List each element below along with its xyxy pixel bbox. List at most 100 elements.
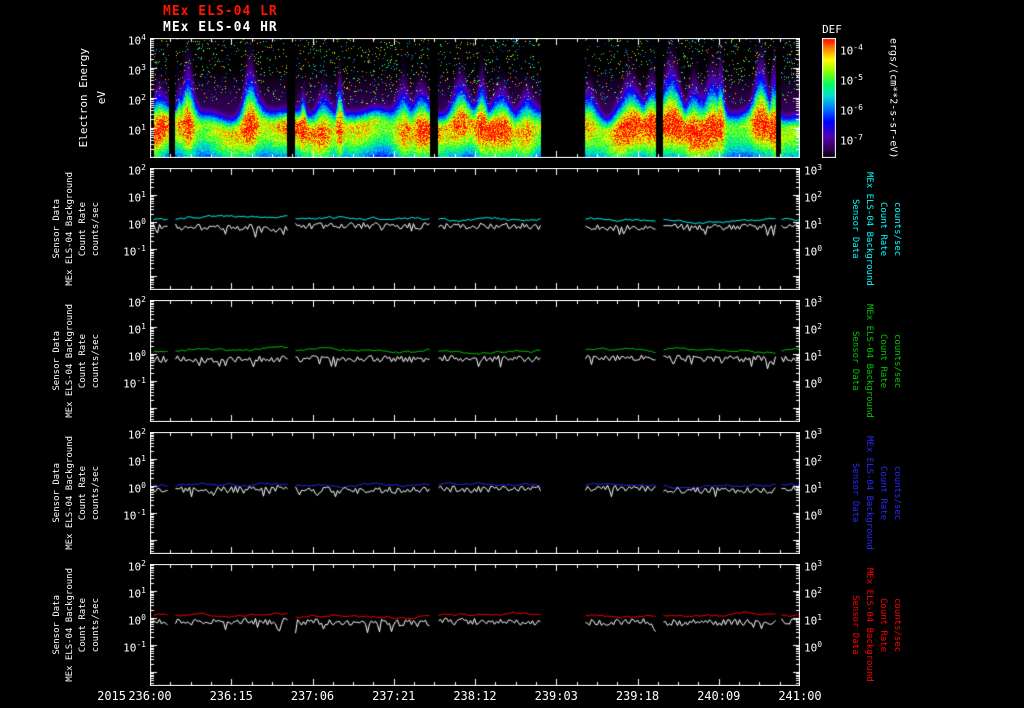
panel-1-y2tick-label: 102 — [804, 190, 823, 205]
panel-1-y2tick-label: 101 — [804, 217, 823, 232]
x-tick-label: 240:09 — [697, 689, 741, 703]
panel-1-ytick-label: 102 — [127, 163, 146, 178]
panel-2-right-label-line-4-text: counts/sec — [892, 333, 902, 389]
x-tick-label: 241:00 — [778, 689, 822, 703]
panel-3-left-label-line-2: MEx ELS-04 Background — [63, 430, 77, 556]
colorbar-canvas — [822, 38, 836, 158]
panel-4-right-label-line-1-text: Sensor Data — [850, 595, 860, 655]
panel-4-left-label-line-4: counts/sec — [89, 562, 103, 688]
panel-4-ytick-label: 101 — [127, 586, 146, 601]
panel-4-right-label-line-4: counts/sec — [890, 562, 904, 688]
panel-4-right-label-line-2-text: MEx ELS-04 Background — [864, 568, 874, 682]
panel-1-right-label-line-4: counts/sec — [890, 166, 904, 292]
panel-1-left-label-line-4-text: counts/sec — [91, 201, 101, 257]
panel-4-ytick-label: 102 — [127, 559, 146, 574]
panel-3-left-label-line-4: counts/sec — [89, 430, 103, 556]
panel-2-right-label-line-2: MEx ELS-04 Background — [862, 298, 876, 424]
panel-4-right-label-line-1: Sensor Data — [848, 562, 862, 688]
colorbar-tick-label: 10-5 — [840, 73, 863, 88]
panel-2-y2tick-label: 102 — [804, 322, 823, 337]
panel-1-left-label-line-2-text: MEx ELS-04 Background — [65, 172, 75, 286]
panel-3-ytick-label: 100 — [127, 481, 146, 496]
panel-2-y2tick-label: 100 — [804, 376, 823, 391]
panel-3-left-label-line-4-text: counts/sec — [91, 465, 101, 521]
colorbar-unit: ergs/(cm**2-s-sr-eV) — [886, 32, 900, 164]
panel-4-left-label-line-4-text: counts/sec — [91, 597, 101, 653]
panel-1-right-label-line-1-text: Sensor Data — [850, 199, 860, 259]
panel-3-ytick-label: 10-1 — [123, 508, 146, 523]
line-panel-1-canvas — [150, 168, 800, 290]
panel-1-right-label-line-3-text: Count Rate — [878, 201, 888, 257]
panel-3-right-label-line-1-text: Sensor Data — [850, 463, 860, 523]
panel-3-right-label-line-2-text: MEx ELS-04 Background — [864, 436, 874, 550]
panel-1-ytick-label: 10-1 — [123, 244, 146, 259]
panel-1-right-label-line-2: MEx ELS-04 Background — [862, 166, 876, 292]
panel-4-right-label-line-3-text: Count Rate — [878, 597, 888, 653]
panel-3-left-label-line-3-text: Count Rate — [78, 465, 88, 521]
panel-4-right-label-line-3: Count Rate — [876, 562, 890, 688]
panel-2-left-label-line-2-text: MEx ELS-04 Background — [65, 304, 75, 418]
panel-4-ytick-label: 10-1 — [123, 640, 146, 655]
panel-4-left-label-line-2-text: MEx ELS-04 Background — [65, 568, 75, 682]
panel-3-y2tick-label: 103 — [804, 427, 823, 442]
panel-2-left-label-line-4-text: counts/sec — [91, 333, 101, 389]
panel-1-left-label-line-4: counts/sec — [89, 166, 103, 292]
line-panel-3-canvas — [150, 432, 800, 554]
colorbar-tick-label: 10-7 — [840, 133, 863, 148]
colorbar-tick-label: 10-6 — [840, 103, 863, 118]
panel-2-left-label-line-4: counts/sec — [89, 298, 103, 424]
spectrogram-canvas — [150, 38, 800, 158]
x-tick-label: 239:18 — [615, 689, 660, 703]
panel-3-y2tick-label: 101 — [804, 481, 823, 496]
x-tick-label: 236:15 — [209, 689, 253, 703]
panel-4-left-label-line-3: Count Rate — [76, 562, 90, 688]
panel-1-left-label-line-1: Sensor Data — [50, 166, 64, 292]
panel-3-y2tick-label: 102 — [804, 454, 823, 469]
panel-1-right-label-line-2-text: MEx ELS-04 Background — [864, 172, 874, 286]
panel-1-right-label-line-1: Sensor Data — [848, 166, 862, 292]
panel-2-ytick-label: 102 — [127, 295, 146, 310]
panel-2-right-label-line-3-text: Count Rate — [878, 333, 888, 389]
panel-2-ytick-label: 101 — [127, 322, 146, 337]
x-tick-label: 238:12 — [453, 689, 497, 703]
x-tick-label: 237:21 — [372, 689, 416, 703]
panel-3-right-label-line-3-text: Count Rate — [878, 465, 888, 521]
panel-3-right-label-line-3: Count Rate — [876, 430, 890, 556]
panel-2-left-label-line-3: Count Rate — [76, 298, 90, 424]
panel-1-y2tick-label: 103 — [804, 163, 823, 178]
panel-2-left-label-line-2: MEx ELS-04 Background — [63, 298, 77, 424]
panel-4-y2tick-label: 100 — [804, 640, 823, 655]
panel-2-right-label-line-2-text: MEx ELS-04 Background — [864, 304, 874, 418]
panel-3-y2tick-label: 100 — [804, 508, 823, 523]
panel-4-ytick-label: 100 — [127, 613, 146, 628]
line-panel-4-canvas — [150, 564, 800, 686]
title-lr: MEx ELS-04 LR — [163, 4, 278, 19]
panel-3-ytick-label: 102 — [127, 427, 146, 442]
panel-4-right-label-line-4-text: counts/sec — [892, 597, 902, 653]
panel-2-y2tick-label: 103 — [804, 295, 823, 310]
panel-4-left-label-line-3-text: Count Rate — [78, 597, 88, 653]
panel-3-right-label-line-4: counts/sec — [890, 430, 904, 556]
panel-2-right-label-line-1: Sensor Data — [848, 298, 862, 424]
colorbar-title: DEF — [822, 23, 842, 36]
panel-4-y2tick-label: 103 — [804, 559, 823, 574]
panel-3-ytick-label: 101 — [127, 454, 146, 469]
x-tick-label: 236:00 — [128, 689, 172, 703]
panel-2-left-label-line-1: Sensor Data — [50, 298, 64, 424]
panel-3-left-label-line-3: Count Rate — [76, 430, 90, 556]
spectrogram-yunit-text: eV — [94, 91, 108, 105]
panel-2-right-label-line-1-text: Sensor Data — [850, 331, 860, 391]
panel-2-ytick-label: 100 — [127, 349, 146, 364]
panel-3-right-label-line-4-text: counts/sec — [892, 465, 902, 521]
panel-4-y2tick-label: 101 — [804, 613, 823, 628]
x-tick-label: 237:06 — [290, 689, 335, 703]
panel-1-left-label-line-3-text: Count Rate — [78, 201, 88, 257]
panel-4-left-label-line-1: Sensor Data — [50, 562, 64, 688]
title-hr: MEx ELS-04 HR — [163, 20, 278, 35]
panel-2-y2tick-label: 101 — [804, 349, 823, 364]
panel-1-right-label-line-4-text: counts/sec — [892, 201, 902, 257]
panel-3-right-label-line-1: Sensor Data — [848, 430, 862, 556]
panel-2-ytick-label: 10-1 — [123, 376, 146, 391]
panel-1-left-label-line-1-text: Sensor Data — [52, 199, 62, 259]
panel-1-ytick-label: 101 — [127, 190, 146, 205]
